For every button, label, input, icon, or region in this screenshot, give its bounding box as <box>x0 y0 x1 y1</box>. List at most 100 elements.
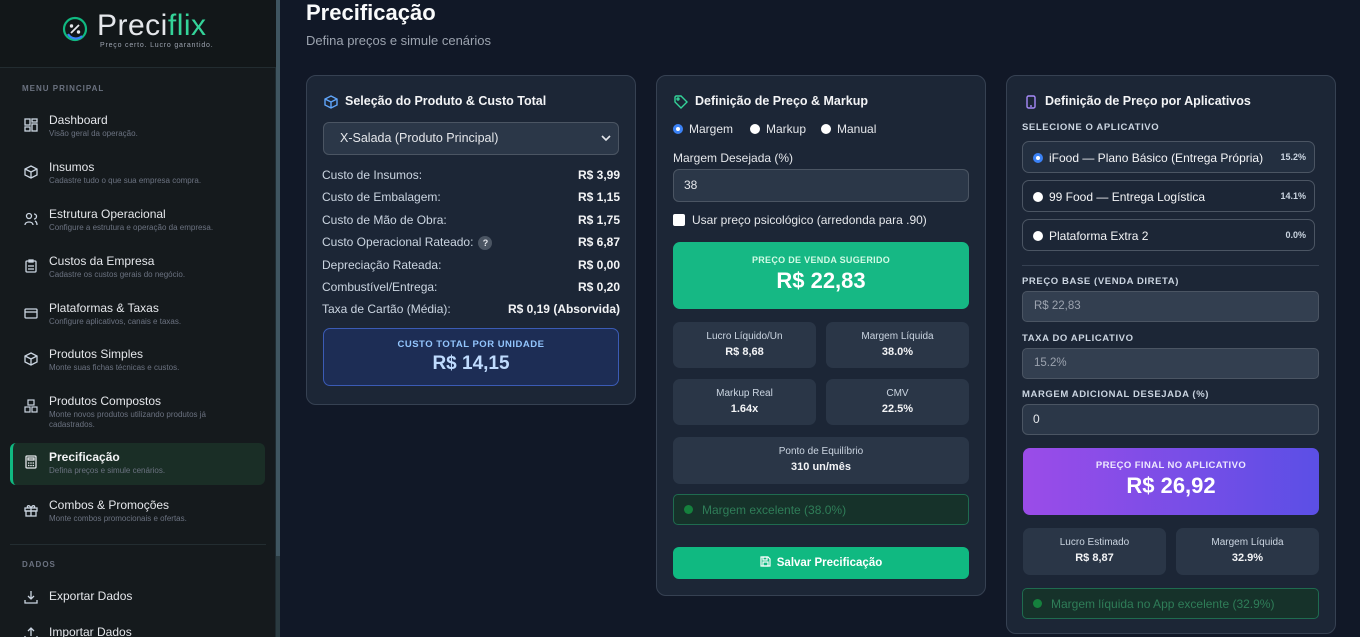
sidebar: Preciflix Preço certo. Lucro garantido. … <box>0 0 276 637</box>
metric-value: 310 un/mês <box>791 461 851 473</box>
psych-price-checkbox[interactable] <box>673 214 685 226</box>
cost-row-taxa-cartao: Taxa de Cartão (Média): R$ 0,19 (Absorvid… <box>322 302 620 318</box>
help-icon[interactable]: ? <box>478 236 493 250</box>
sidebar-item-title: Combos & Promoções <box>49 498 170 512</box>
metric-value: 38.0% <box>881 346 914 358</box>
sidebar-item-produtos-compostos[interactable]: Produtos Compostos Monte novos produtos … <box>10 387 265 429</box>
sidebar-item-produtos-simples[interactable]: Produtos Simples Monte suas fichas técni… <box>10 340 265 382</box>
app-fee-label: TAXA DO APLICATIVO <box>1022 333 1134 344</box>
cost-row-mao-de-obra: Custo de Mão de Obra: R$ 1,75 <box>322 213 620 229</box>
select-app-label: SELECIONE O APLICATIVO <box>1022 122 1160 133</box>
sidebar-item-plataformas[interactable]: Plataformas & Taxas Configure aplicativo… <box>10 294 265 336</box>
product-select[interactable]: X-Salada (Produto Principal) <box>323 122 619 155</box>
sidebar-item-desc: Defina preços e simule cenários. <box>49 466 166 475</box>
app-name: Plataforma Extra 2 <box>1049 229 1149 243</box>
sidebar-item-title: Produtos Simples <box>49 347 144 361</box>
suggested-price-box: PREÇO DE VENDA SUGERIDO R$ 22,83 <box>673 242 969 309</box>
radio-dot <box>673 124 683 134</box>
cost-label: Custo de Insumos: <box>322 168 423 182</box>
sidebar-item-desc: Configure aplicativos, canais e taxas. <box>49 317 182 326</box>
extra-margin-input[interactable]: 0 <box>1022 404 1319 435</box>
sidebar-item-estrutura[interactable]: Estrutura Operacional Configure a estrut… <box>10 200 265 242</box>
chevron-down-icon <box>601 135 611 142</box>
app-name: 99 Food — Entrega Logística <box>1049 190 1206 204</box>
mode-radio-margem[interactable]: Margem <box>673 122 733 136</box>
margin-status: Margem excelente (38.0%) <box>673 494 969 525</box>
radio-dot <box>821 124 831 134</box>
sidebar-item-title: Importar Dados <box>49 625 132 637</box>
sidebar-scrollbar-thumb[interactable] <box>276 0 280 556</box>
metric-label: Margem Líquida <box>861 331 934 342</box>
boxes-icon <box>24 399 38 413</box>
metric-cmv: CMV 22.5% <box>826 379 969 425</box>
sidebar-item-precificacao[interactable]: Precificação Defina preços e simule cená… <box>10 443 265 485</box>
metric-markup: Markup Real 1.64x <box>673 379 816 425</box>
sidebar-item-title: Produtos Compostos <box>49 394 162 408</box>
radio-dot <box>750 124 760 134</box>
app-name: iFood — Plano Básico (Entrega Própria) <box>1049 151 1264 165</box>
app-option-ifood[interactable]: iFood — Plano Básico (Entrega Própria) 1… <box>1022 141 1315 173</box>
radio-label: Markup <box>766 122 807 136</box>
sidebar-item-custos[interactable]: Custos da Empresa Cadastre os custos ger… <box>10 247 265 289</box>
dashboard-icon <box>24 118 38 132</box>
extra-margin-label: MARGEM ADICIONAL DESEJADA (%) <box>1022 389 1209 400</box>
total-cost-label: CUSTO TOTAL POR UNIDADE <box>397 339 545 350</box>
sidebar-item-title: Insumos <box>49 160 95 174</box>
calculator-icon <box>25 455 37 469</box>
cost-row-combustivel: Combustível/Entrega: R$ 0,20 <box>322 280 620 296</box>
sidebar-item-title: Plataformas & Taxas <box>49 301 159 315</box>
cost-value: R$ 1,15 <box>577 190 620 204</box>
sidebar-item-desc: Cadastre tudo o que sua empresa compra. <box>49 176 202 185</box>
cost-value: R$ 1,75 <box>577 213 620 227</box>
cube-icon <box>324 95 338 109</box>
base-price-label: PREÇO BASE (VENDA DIRETA) <box>1022 276 1179 287</box>
sidebar-item-combos[interactable]: Combos & Promoções Monte combos promocio… <box>10 491 265 533</box>
sidebar-item-importar[interactable]: Importar Dados <box>10 618 265 637</box>
cost-value: R$ 0,00 <box>577 258 620 272</box>
cost-row-embalagem: Custo de Embalagem: R$ 1,15 <box>322 190 620 206</box>
radio-dot <box>1033 153 1043 163</box>
cost-label: Custo de Mão de Obra: <box>322 213 447 227</box>
metric-value: R$ 8,68 <box>725 346 764 358</box>
sidebar-item-desc: Cadastre os custos gerais do negócio. <box>49 270 186 279</box>
mode-radio-markup[interactable]: Markup <box>750 122 806 136</box>
app-final-price-box: PREÇO FINAL NO APLICATIVO R$ 26,92 <box>1023 448 1319 515</box>
app-margin-status: Margem líquida no App excelente (32.9%) <box>1022 588 1319 619</box>
save-pricing-button[interactable]: Salvar Precificação <box>673 547 969 579</box>
radio-dot <box>1033 192 1043 202</box>
save-icon <box>760 556 771 567</box>
status-dot <box>1033 599 1042 608</box>
save-button-label: Salvar Precificação <box>776 557 883 569</box>
cube-icon <box>24 165 38 179</box>
brand-tagline: Preço certo. Lucro garantido. <box>100 42 214 49</box>
total-cost-value: R$ 14,15 <box>432 353 510 374</box>
suggested-price-label: PREÇO DE VENDA SUGERIDO <box>751 255 891 265</box>
suggested-price-value: R$ 22,83 <box>776 268 866 293</box>
section-main-label: MENU PRINCIPAL <box>22 84 105 93</box>
sidebar-item-dashboard[interactable]: Dashboard Visão geral da operação. <box>10 106 265 148</box>
box-icon <box>24 352 38 366</box>
cost-row-insumos: Custo de Insumos: R$ 3,99 <box>322 168 620 184</box>
product-select-value: X-Salada (Produto Principal) <box>340 131 499 145</box>
cost-label: Depreciação Rateada: <box>322 258 442 272</box>
card-icon <box>24 308 38 319</box>
app-metric-lucro: Lucro Estimado R$ 8,87 <box>1023 528 1166 575</box>
metric-breakeven: Ponto de Equilíbrio 310 un/mês <box>673 437 969 484</box>
app-fee: 14.1% <box>1280 191 1306 201</box>
people-icon <box>24 212 38 226</box>
sidebar-item-desc: Visão geral da operação. <box>49 129 138 138</box>
cost-value: R$ 0,20 <box>577 280 620 294</box>
cost-row-depreciacao: Depreciação Rateada: R$ 0,00 <box>322 258 620 274</box>
sidebar-item-insumos[interactable]: Insumos Cadastre tudo o que sua empresa … <box>10 153 265 195</box>
brand-name: Preciflix <box>97 9 207 42</box>
sidebar-item-title: Estrutura Operacional <box>49 207 166 221</box>
margin-input[interactable]: 38 <box>673 169 969 202</box>
radio-label: Margem <box>689 122 734 136</box>
tag-icon <box>674 95 688 109</box>
app-option-extra2[interactable]: Plataforma Extra 2 0.0% <box>1022 219 1315 251</box>
app-option-99food[interactable]: 99 Food — Entrega Logística 14.1% <box>1022 180 1315 212</box>
sidebar-item-title: Dashboard <box>49 113 108 127</box>
sidebar-item-exportar[interactable]: Exportar Dados <box>10 582 265 612</box>
metric-label: Markup Real <box>716 388 773 399</box>
mode-radio-manual[interactable]: Manual <box>821 122 876 136</box>
